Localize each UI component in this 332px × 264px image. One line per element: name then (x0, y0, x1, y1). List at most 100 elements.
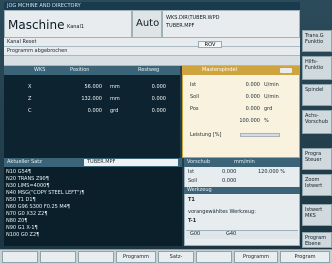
axis-position: 0.000 (87, 108, 102, 114)
side-key-4[interactable]: Achs- Vorschub (302, 110, 332, 134)
softkey-1[interactable] (2, 251, 38, 263)
program-line[interactable]: N20 TRANS Z90¶ (6, 176, 49, 183)
feed-unit-header: mm/min (234, 159, 255, 165)
axis-rest: 0.000 (151, 84, 166, 90)
axis-row-z[interactable]: Z 132.000 mm 0.000 (4, 94, 180, 104)
axis-row-c[interactable]: C 0.000 grd 0.000 (4, 106, 180, 116)
spindle-title: Masterspindel (202, 67, 238, 73)
axes-header-restweg: Restweg (138, 67, 160, 73)
spindle-row-pos: Pos 0.000 grd (190, 104, 294, 114)
spindle-header: Masterspindel (182, 66, 300, 75)
program-aborted-text: Programm abgebrochen (7, 48, 68, 54)
side-key-5[interactable]: Progra Steuer (302, 148, 332, 170)
channel-status-row: Kanal Reset (4, 38, 300, 47)
feed-soll-value: 0.000 (222, 178, 237, 184)
preselect-label: vorangewähltes Werkzeug: (188, 209, 256, 215)
axis-position: 56.000 (84, 84, 103, 90)
spindle-label: Ist (190, 82, 197, 88)
feed-header: Vorschub mm/min (184, 158, 300, 167)
softkey-program[interactable]: Programm (116, 251, 156, 263)
axis-unit: mm (110, 84, 120, 90)
program-line[interactable]: N80 Z0¶ (6, 218, 27, 225)
window-title: JOG MCHINE AND DIRECTORY (7, 3, 81, 9)
g-code-2: G40 (226, 231, 237, 237)
side-key-6[interactable]: Zoom Istwert (302, 174, 332, 196)
axes-header: WKS Position Restweg (4, 66, 180, 75)
program-name-field: TUBER.MPF (84, 159, 178, 166)
side-key-2[interactable]: Hilfs- Funktio (302, 56, 332, 80)
spindle-row-soll: Soll 0.000 U/min (190, 92, 294, 102)
tool-header-label: Werkzeug (187, 187, 212, 193)
axis-position: 132.000 (81, 96, 102, 102)
channel-reset-text: Kanal Reset (7, 39, 37, 45)
softkey-satz[interactable]: Satz- (158, 251, 194, 263)
machine-label: Maschine (8, 18, 65, 32)
axis-unit: mm (110, 96, 120, 102)
feed-ist-percent: 120.000 % (258, 169, 286, 175)
program-file: TUBER.MPF (166, 23, 195, 29)
axis-name: X (28, 84, 32, 90)
mode-indicator: Auto (132, 10, 162, 38)
current-tool: T1 (188, 197, 195, 203)
softkey-6[interactable] (196, 251, 232, 263)
spindle-power-label: Leistung [%] (190, 132, 222, 138)
spindle-row-power: Leistung [%] (190, 130, 294, 140)
channel-label: Kanal1 (67, 24, 85, 30)
softkey-2[interactable] (40, 251, 76, 263)
power-bar (240, 133, 280, 137)
axis-rest: 0.000 (151, 96, 166, 102)
program-line[interactable]: N90 G1 X-1¶ (6, 225, 38, 232)
spindle-unit: grd (264, 106, 273, 112)
rov-indicator: ROV (198, 41, 222, 48)
side-key-7[interactable]: Istwert MKS (302, 204, 332, 226)
g-code-strip (186, 230, 298, 239)
axis-unit: grd (110, 108, 119, 114)
program-line[interactable]: N60 G96 S300 F0.25 M4¶ (6, 204, 70, 211)
program-line[interactable]: N10 G54¶ (6, 169, 31, 176)
program-line[interactable]: N100 G0 Z2¶ (6, 232, 39, 239)
spindle-override-value: 100.000 (239, 118, 260, 124)
spindle-value: 0.000 (245, 106, 260, 112)
program-path-box: WKS.DIR\TUBER.WPD TUBER.MPF (162, 10, 300, 38)
axis-row-x[interactable]: X 56.000 mm 0.000 (4, 82, 180, 92)
machine-area-header[interactable]: Maschine Kanal1 (4, 10, 132, 38)
g-code-1: G00 (190, 231, 201, 237)
feed-soll-label: Soll (188, 178, 198, 184)
softkey-program-2[interactable]: Programm (234, 251, 278, 263)
spindle-override-unit: % (264, 118, 269, 124)
window-title-bar: JOG MCHINE AND DIRECTORY (4, 2, 300, 10)
program-line[interactable]: N30 LIMS=4000¶ (6, 183, 50, 190)
softkey-program-3[interactable]: Program (280, 251, 330, 263)
softkey-3[interactable] (78, 251, 114, 263)
axes-header-wks: WKS (34, 67, 46, 73)
spindle-value: 0.000 (245, 82, 260, 88)
axis-name: C (28, 108, 32, 114)
spindle-label: Soll (190, 94, 200, 100)
spindle-row-ist: Ist 0.000 U/min (190, 80, 294, 90)
program-path: WKS.DIR\TUBER.WPD (166, 15, 220, 21)
spindle-unit: U/min (264, 82, 279, 88)
feed-ist-label: Ist (188, 169, 195, 175)
side-key-3[interactable]: Spindel (302, 84, 332, 106)
preselected-tool: T-1 (188, 218, 197, 224)
side-key-1[interactable]: Trans.G Funktio (302, 30, 332, 52)
spindle-value: 0.000 (245, 94, 260, 100)
mode-label: Auto (136, 18, 160, 29)
program-line[interactable]: N70 G0 X32 Z2¶ (6, 211, 48, 218)
feed-ist-value: 0.000 (222, 169, 237, 175)
spindle-row-override: 100.000 % (190, 116, 294, 126)
axes-header-position: Position (70, 67, 90, 73)
side-key-8[interactable]: Program Ebene (302, 232, 332, 248)
status-spacer (4, 56, 300, 66)
spindle-label: Pos (190, 106, 199, 112)
program-line[interactable]: N50 T1 D1¶ (6, 197, 36, 204)
axis-name: Z (28, 96, 32, 102)
feed-title: Vorschub (187, 159, 211, 165)
spindle-unit: U/min (264, 94, 279, 100)
program-line[interactable]: N40 MSG("COPY STEEL LEFT")¶ (6, 190, 84, 197)
program-status-row: Programm abgebrochen (4, 47, 300, 56)
spindle-indicator-icon (280, 68, 292, 73)
program-title: Aktueller Satz (7, 159, 42, 165)
axis-rest: 0.000 (151, 108, 166, 114)
tool-header: Werkzeug (184, 187, 300, 194)
